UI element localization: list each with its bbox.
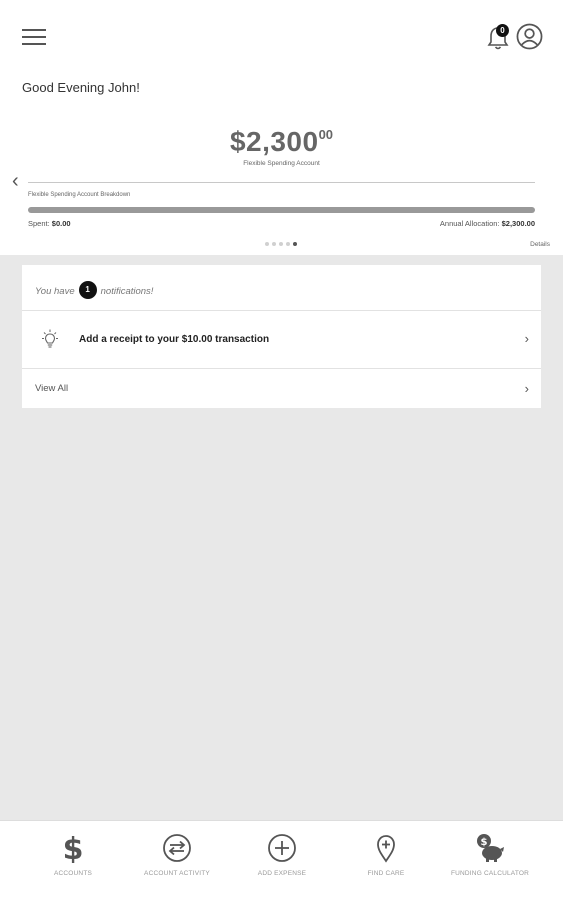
breakdown-label: Flexible Spending Account Breakdown bbox=[28, 192, 131, 198]
carousel-dot[interactable] bbox=[286, 242, 290, 246]
notification-prefix: You have bbox=[35, 285, 75, 297]
plus-circle-icon bbox=[268, 834, 296, 862]
bottom-navigation: $ ACCOUNTS ACCOUNT ACTIVITY ADD EXPENSE … bbox=[0, 820, 563, 900]
notification-item-text: Add a receipt to your $10.00 transaction bbox=[79, 334, 270, 345]
menu-button[interactable] bbox=[22, 29, 46, 45]
carousel-dot[interactable] bbox=[293, 242, 297, 246]
allocation-value: $2,300.00 bbox=[501, 219, 535, 228]
balance-cents: 00 bbox=[318, 127, 334, 142]
dollar-icon: $ bbox=[63, 833, 84, 863]
balance-dollars: $2,300 bbox=[229, 126, 319, 157]
greeting-text: Good Evening John! bbox=[22, 80, 140, 95]
notification-suffix: notifications! bbox=[100, 285, 154, 297]
notification-item[interactable]: Add a receipt to your $10.00 transaction… bbox=[22, 311, 541, 369]
nav-label: ACCOUNT ACTIVITY bbox=[144, 870, 210, 877]
allocation-label: Annual Allocation: bbox=[439, 219, 500, 228]
notification-summary-text: You have 1 notifications! bbox=[35, 281, 154, 300]
chevron-right-icon: › bbox=[524, 381, 529, 396]
svg-text:$: $ bbox=[481, 837, 488, 848]
carousel-dot[interactable] bbox=[279, 242, 283, 246]
account-summary-panel: 0 Good Evening John! $2,30000 Flexible S… bbox=[0, 0, 563, 255]
carousel-dot[interactable] bbox=[265, 242, 269, 246]
nav-accounts[interactable]: $ ACCOUNTS bbox=[17, 821, 129, 900]
spending-progress-fill bbox=[28, 207, 535, 213]
notifications-card: You have 1 notifications! Add a receipt … bbox=[22, 265, 541, 408]
nav-label: FUNDING CALCULATOR bbox=[450, 870, 530, 877]
exchange-icon bbox=[163, 834, 191, 862]
details-link[interactable]: Details bbox=[530, 241, 550, 248]
nav-account-activity[interactable]: ACCOUNT ACTIVITY bbox=[121, 821, 233, 900]
spent-label: Spent: bbox=[28, 219, 50, 228]
profile-icon[interactable] bbox=[516, 23, 543, 50]
svg-text:$: $ bbox=[63, 833, 84, 863]
notification-count-badge: 1 bbox=[78, 281, 97, 299]
hamburger-line bbox=[22, 43, 46, 45]
view-all-label: View All bbox=[35, 383, 69, 394]
balance-amount: $2,30000 bbox=[0, 126, 563, 158]
nav-label: FIND CARE bbox=[367, 870, 405, 877]
divider bbox=[28, 182, 535, 183]
spent-amount: Spent: $0.00 bbox=[28, 219, 71, 228]
carousel-pagination bbox=[265, 242, 297, 246]
balance-label: Flexible Spending Account bbox=[243, 160, 320, 167]
annual-allocation: Annual Allocation: $2,300.00 bbox=[440, 219, 535, 228]
chevron-left-icon[interactable]: ‹ bbox=[12, 170, 19, 193]
nav-find-care[interactable]: FIND CARE bbox=[330, 821, 442, 900]
chevron-right-icon: › bbox=[524, 331, 529, 346]
hamburger-line bbox=[22, 36, 46, 38]
lightbulb-icon bbox=[42, 329, 58, 348]
spending-progress-bar bbox=[28, 207, 535, 213]
nav-add-expense[interactable]: ADD EXPENSE bbox=[226, 821, 338, 900]
nav-label: ACCOUNTS bbox=[53, 870, 93, 877]
nav-funding-calculator[interactable]: $ FUNDING CALCULATOR bbox=[434, 821, 546, 900]
carousel-dot[interactable] bbox=[272, 242, 276, 246]
notification-badge: 0 bbox=[496, 24, 509, 37]
hamburger-line bbox=[22, 29, 46, 31]
notification-summary: You have 1 notifications! bbox=[22, 265, 541, 311]
piggy-bank-icon: $ bbox=[477, 834, 504, 862]
nav-label: ADD EXPENSE bbox=[257, 870, 307, 877]
spent-value: $0.00 bbox=[51, 219, 71, 228]
view-all-link[interactable]: View All › bbox=[22, 369, 541, 408]
map-pin-plus-icon bbox=[377, 835, 395, 863]
